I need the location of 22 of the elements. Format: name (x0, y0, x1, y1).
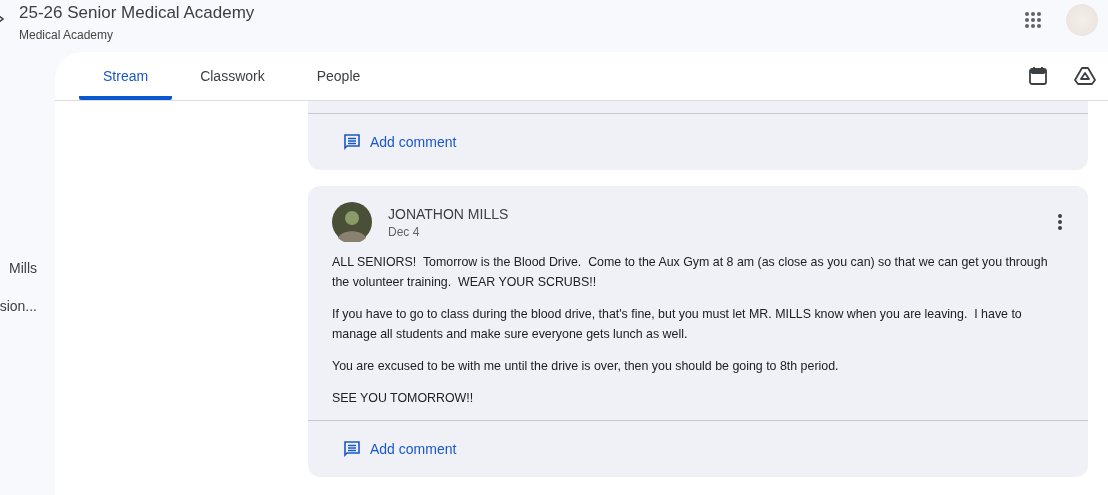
chevron-icon[interactable] (0, 14, 4, 24)
post-text: If you have to go to class during the blood drive, that's fine, but you must let MR. MILLS know when you are leaving. I have to manage all students and make sure everyone gets lunch as well. (332, 306, 1023, 343)
post-date: Dec 4 (388, 224, 421, 239)
comment-icon (344, 441, 360, 457)
post-text: ALL SENIORS! Tomorrow is the Blood Drive. Come to the Aux Gym at 8 am (as close as you can) so that we can get you through the volunteer training. WEAR YOUR SCRUBS!! (332, 254, 1048, 291)
class-subtitle: Medical Academy (19, 28, 115, 42)
post-text: SEE YOU TOMORROW!! (332, 390, 475, 407)
class-title: 25-26 Senior Medical Academy (19, 3, 256, 23)
sidebar-item[interactable]: sion... (0, 298, 37, 314)
tab[interactable]: Stream (79, 52, 173, 100)
apps-grid-icon[interactable] (1024, 11, 1042, 29)
post-text: You are excused to be with me until the drive is over, then you should be going to 8th period. (332, 358, 840, 375)
tab[interactable]: People (292, 52, 385, 100)
add-comment-link[interactable]: Add comment (344, 441, 457, 457)
comment-icon (344, 134, 360, 150)
add-comment-link[interactable]: Add comment (344, 134, 457, 150)
avatar (332, 202, 372, 242)
more-options-icon[interactable] (1058, 214, 1062, 230)
sidebar-item[interactable]: Mills (9, 260, 37, 276)
author-name: JONATHON MILLS (388, 205, 510, 222)
tab[interactable]: Classwork (176, 52, 289, 100)
calendar-icon[interactable] (1028, 66, 1048, 86)
